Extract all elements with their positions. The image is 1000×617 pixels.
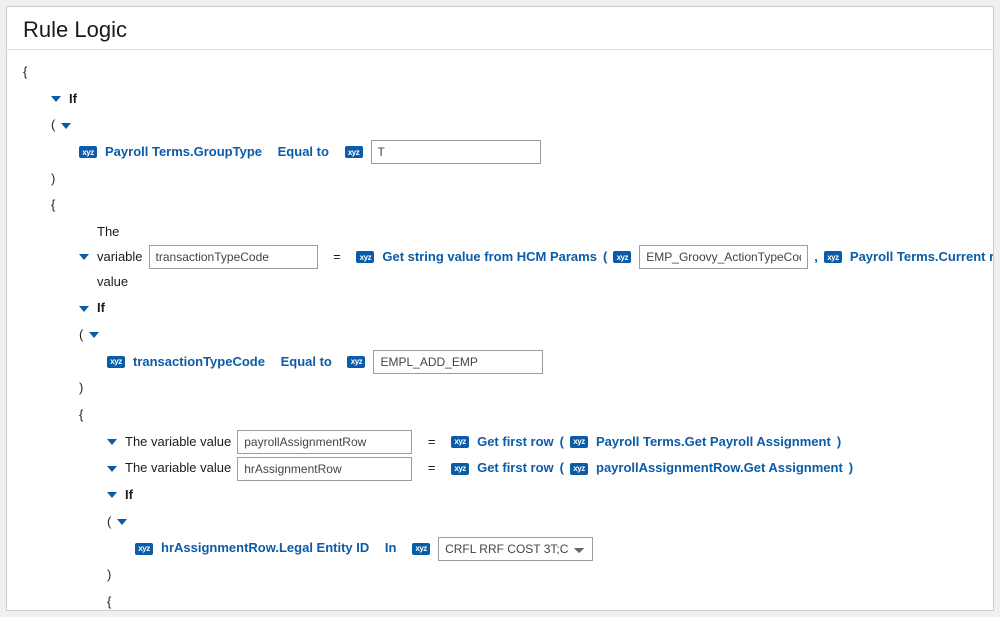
arg-input-actiontypecode[interactable] <box>639 245 808 269</box>
close-paren-row: ) <box>23 376 977 401</box>
field-link[interactable]: Payroll Terms.GroupType <box>105 140 262 165</box>
xyz-icon: xyz <box>570 463 588 475</box>
xyz-icon: xyz <box>451 436 469 448</box>
assignment-row-transactiontypecode: The variable value = xyz Get string valu… <box>23 220 977 294</box>
comma: , <box>814 245 818 270</box>
if-keyword: If <box>125 483 133 508</box>
expand-icon[interactable] <box>61 123 71 129</box>
equals-sign: = <box>428 456 436 481</box>
field-link[interactable]: hrAssignmentRow.Legal Entity ID <box>161 536 369 561</box>
field-link[interactable]: transactionTypeCode <box>133 350 265 375</box>
operator-link[interactable]: Equal to <box>278 140 329 165</box>
open-brace: { <box>23 60 977 85</box>
condition-row-legalentity: xyz hrAssignmentRow.Legal Entity ID In x… <box>23 536 977 561</box>
equals-sign: = <box>333 245 341 270</box>
variable-label: The variable value <box>125 456 231 481</box>
open-paren-row: ( <box>23 113 977 138</box>
if-keyword-row: If <box>23 483 977 508</box>
xyz-icon: xyz <box>135 543 153 555</box>
open-brace-row: { <box>23 403 977 428</box>
open-paren-row: ( <box>23 323 977 348</box>
function-link[interactable]: Get string value from HCM Params <box>382 245 597 270</box>
function-link[interactable]: Get first row <box>477 456 554 481</box>
function-link[interactable]: Get first row <box>477 430 554 455</box>
value-select-legalentity[interactable]: CRFL RRF COST 3T;C <box>438 537 593 561</box>
if-keyword: If <box>97 296 105 321</box>
expand-icon[interactable] <box>107 466 117 472</box>
open-brace-row: { <box>23 193 977 218</box>
condition-row-grouptype: xyz Payroll Terms.GroupType Equal to xyz <box>23 140 977 165</box>
rule-logic-panel: Rule Logic { If ( xyz Payroll Terms.Grou… <box>6 6 994 611</box>
if-keyword-row: If <box>23 296 977 321</box>
operator-link[interactable]: Equal to <box>281 350 332 375</box>
rule-body: { If ( xyz Payroll Terms.GroupType Equal… <box>7 50 993 611</box>
xyz-icon: xyz <box>570 436 588 448</box>
expand-icon[interactable] <box>107 439 117 445</box>
xyz-icon: xyz <box>824 251 842 263</box>
xyz-icon: xyz <box>451 463 469 475</box>
expand-icon[interactable] <box>51 96 61 102</box>
xyz-icon: xyz <box>345 146 363 158</box>
xyz-icon: xyz <box>412 543 430 555</box>
expand-icon[interactable] <box>107 492 117 498</box>
close-paren-row: ) <box>23 167 977 192</box>
xyz-icon: xyz <box>356 251 374 263</box>
assignment-row-hrassignmentrow: The variable value = xyz Get first row( … <box>23 456 977 481</box>
value-input-empl-add[interactable] <box>373 350 543 374</box>
value-input-grouptype[interactable] <box>371 140 541 164</box>
variable-name-input[interactable] <box>237 457 412 481</box>
equals-sign: = <box>428 430 436 455</box>
field-link[interactable]: Payroll Terms.Current row <box>850 245 994 270</box>
expand-icon[interactable] <box>89 332 99 338</box>
variable-name-input[interactable] <box>149 245 318 269</box>
if-keyword: If <box>69 87 77 112</box>
xyz-icon: xyz <box>613 251 631 263</box>
variable-name-input[interactable] <box>237 430 412 454</box>
open-brace-row: { <box>23 590 977 611</box>
expand-icon[interactable] <box>79 306 89 312</box>
assignment-row-payrollassignmentrow: The variable value = xyz Get first row( … <box>23 430 977 455</box>
open-paren-row: ( <box>23 510 977 535</box>
xyz-icon: xyz <box>107 356 125 368</box>
field-link[interactable]: Payroll Terms.Get Payroll Assignment <box>596 430 831 455</box>
field-link[interactable]: payrollAssignmentRow.Get Assignment <box>596 456 843 481</box>
xyz-icon: xyz <box>79 146 97 158</box>
if-keyword-row: If <box>23 87 977 112</box>
expand-icon[interactable] <box>79 254 89 260</box>
variable-label: The variable value <box>125 430 231 455</box>
close-paren-row: ) <box>23 563 977 588</box>
operator-link[interactable]: In <box>385 536 397 561</box>
page-title: Rule Logic <box>23 17 977 43</box>
expand-icon[interactable] <box>117 519 127 525</box>
condition-row-transactiontype: xyz transactionTypeCode Equal to xyz <box>23 350 977 375</box>
xyz-icon: xyz <box>347 356 365 368</box>
panel-header: Rule Logic <box>7 7 993 50</box>
variable-label: The variable value <box>97 220 143 294</box>
